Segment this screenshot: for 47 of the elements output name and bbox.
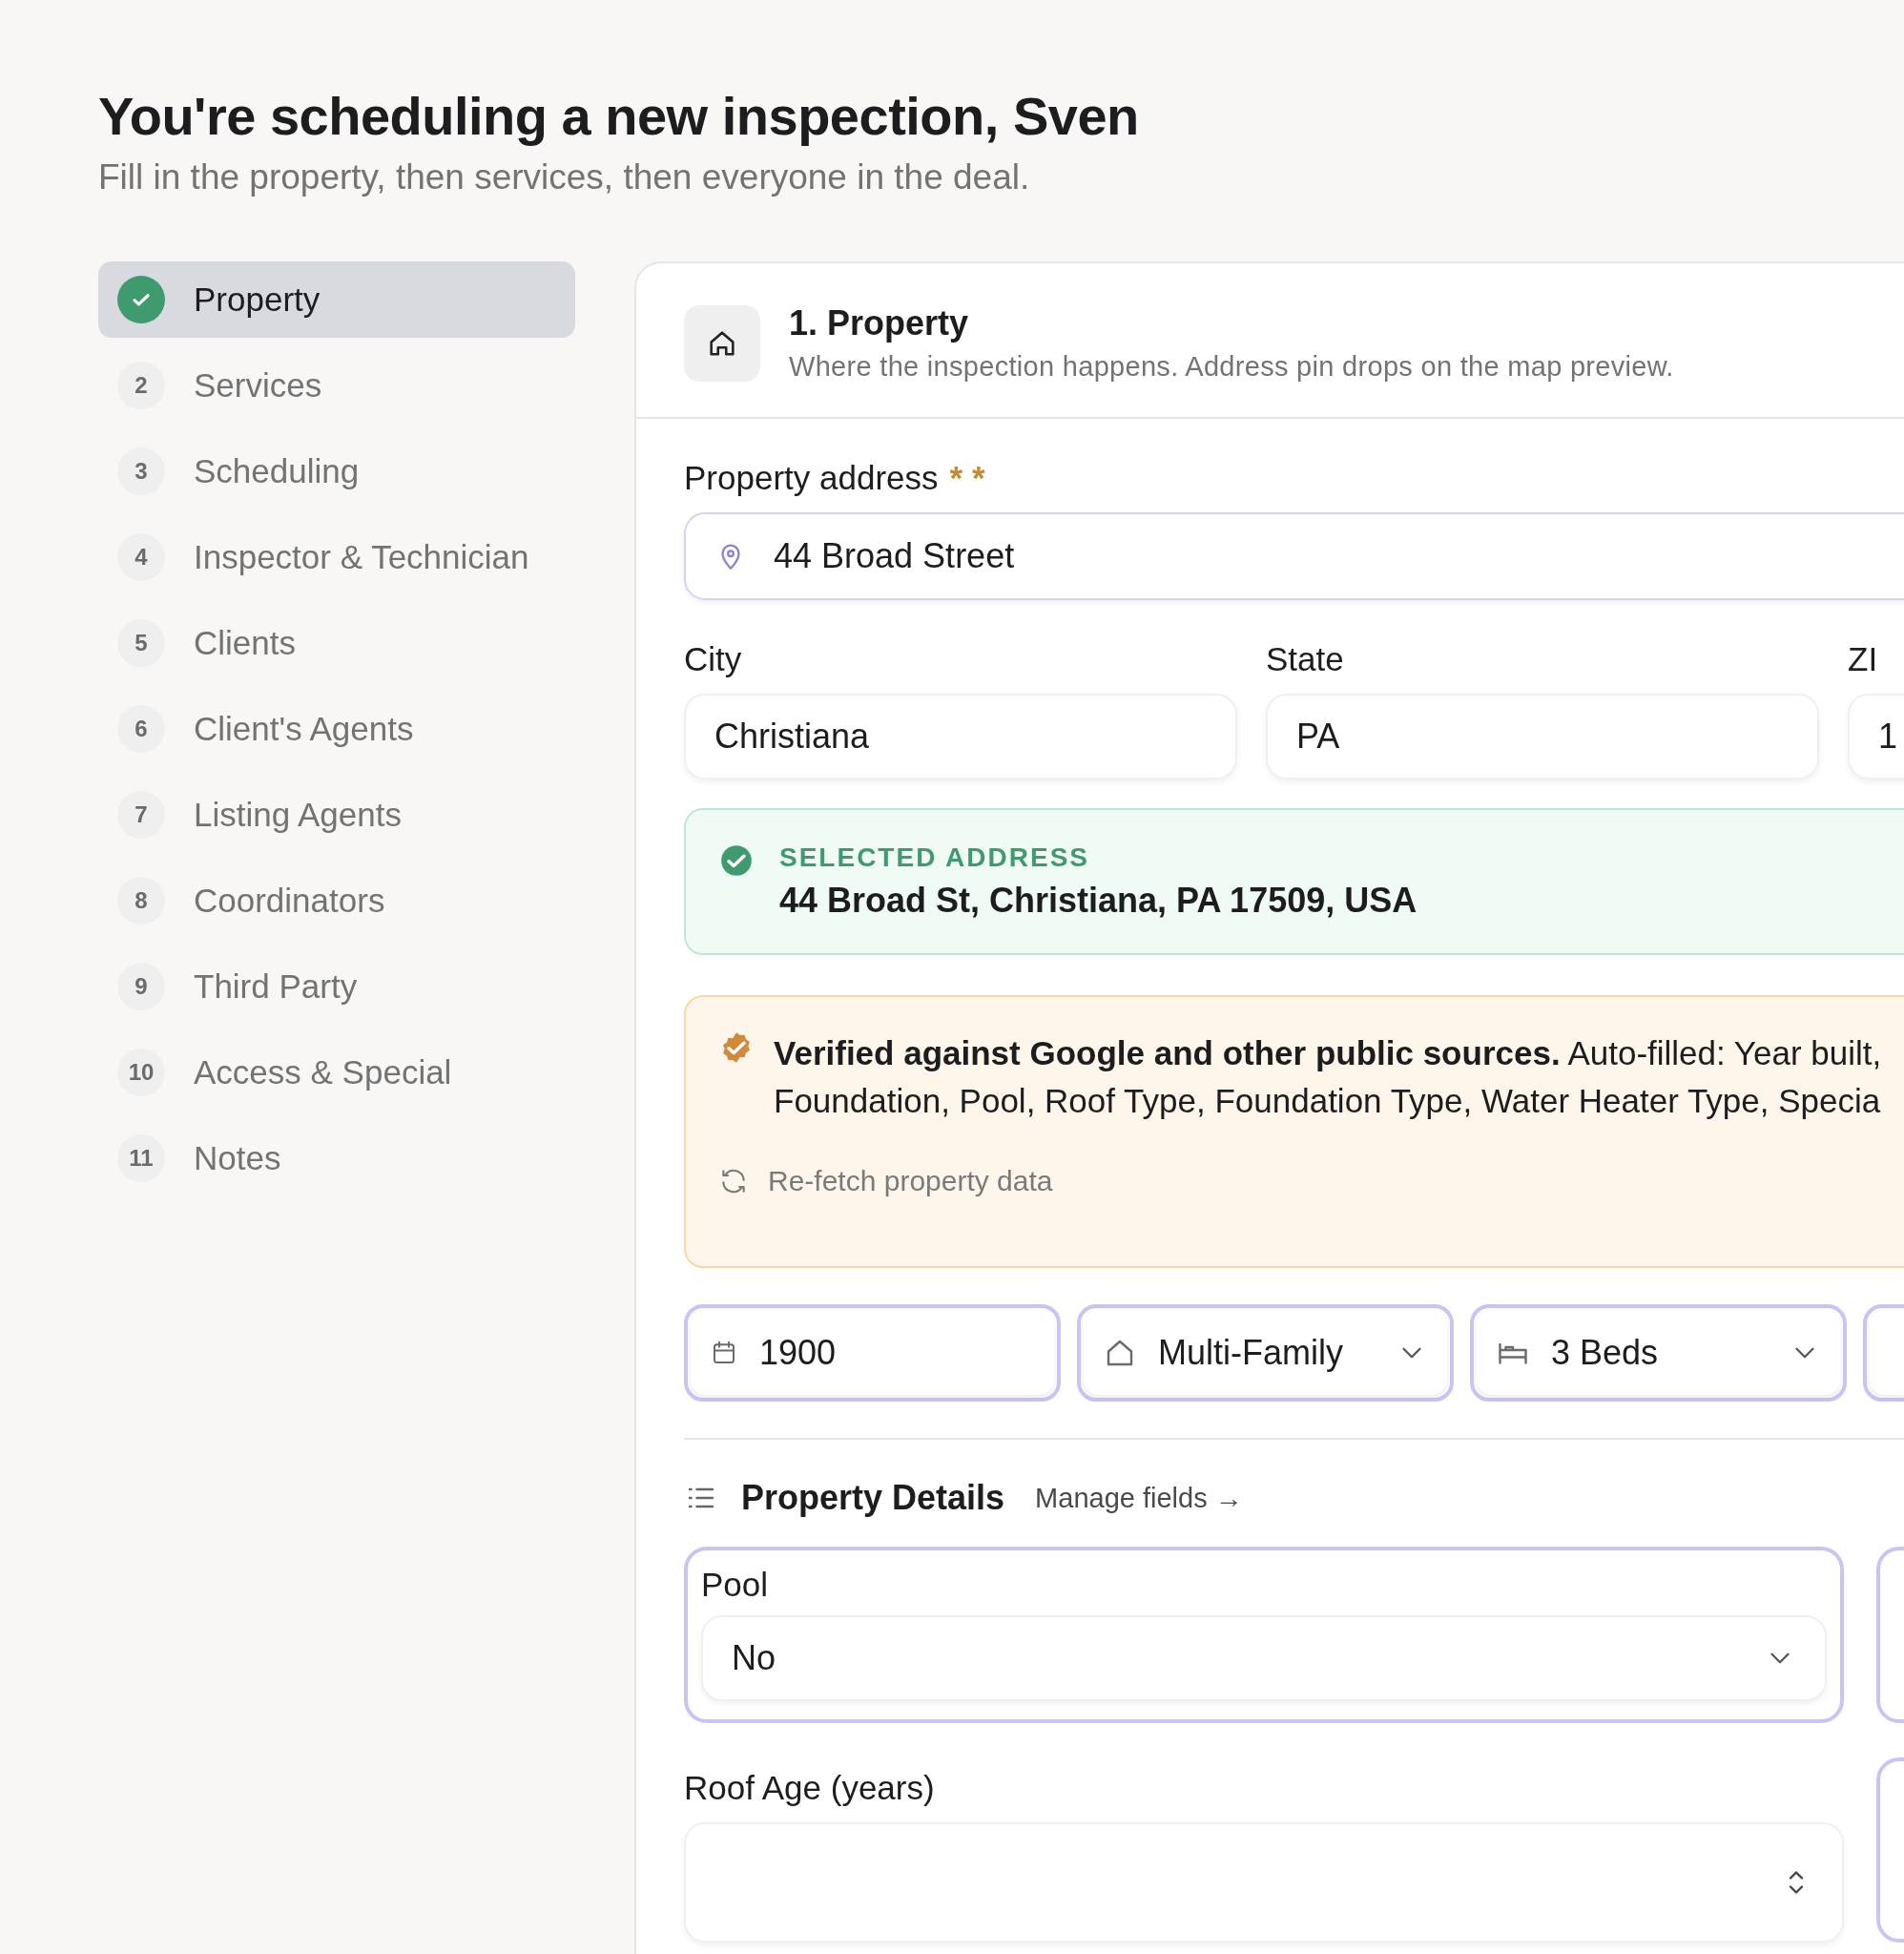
step-item[interactable]: 5 Clients bbox=[98, 605, 575, 681]
step-item[interactable]: 6 Client's Agents bbox=[98, 691, 575, 767]
field-label: Roof Age (years) bbox=[684, 1768, 936, 1808]
field-label: Property address * * bbox=[684, 458, 986, 498]
section-title: 1. Property bbox=[789, 303, 970, 343]
step-item[interactable]: Property bbox=[98, 261, 575, 338]
text-field[interactable]: PA bbox=[1266, 694, 1819, 780]
step-number: 9 bbox=[117, 963, 165, 1010]
text-field[interactable]: Christiana bbox=[684, 694, 1237, 780]
required-mark: * * bbox=[949, 459, 985, 496]
step-number: 3 bbox=[117, 447, 165, 495]
step-item[interactable]: 7 Listing Agents bbox=[98, 777, 575, 853]
address-field[interactable]: 44 Broad Street bbox=[684, 512, 1904, 600]
notice-text: Verified against Google and other public sources. Auto-filled: Year built, bbox=[774, 1033, 1882, 1073]
step-number: 6 bbox=[117, 705, 165, 753]
field-label: ZI bbox=[1848, 639, 1879, 679]
step-item[interactable]: 10 Access & Special bbox=[98, 1034, 575, 1111]
step-number: 5 bbox=[117, 619, 165, 667]
refetch-button[interactable]: Re-fetch property data bbox=[718, 1165, 1053, 1197]
step-item[interactable]: 3 Scheduling bbox=[98, 433, 575, 509]
step-number: 11 bbox=[117, 1134, 165, 1182]
step-item[interactable]: 11 Notes bbox=[98, 1120, 575, 1196]
step-number: 2 bbox=[117, 362, 165, 409]
selected-address-caption: SELECTED ADDRESS bbox=[779, 842, 1090, 873]
selected-address: 44 Broad St, Christiana, PA 17509, USA bbox=[779, 881, 1418, 921]
step-number: 4 bbox=[117, 533, 165, 581]
field-label: Pool bbox=[701, 1565, 770, 1605]
page-subtitle: Fill in the property, then services, then everyone in the deal. bbox=[98, 156, 1031, 198]
step-item[interactable]: 9 Third Party bbox=[98, 948, 575, 1025]
step-number: 7 bbox=[117, 791, 165, 839]
step-item[interactable]: 2 Services bbox=[98, 347, 575, 424]
field-label: City bbox=[684, 639, 743, 679]
text-field[interactable]: 1 bbox=[1848, 694, 1904, 780]
details-title: Property Details bbox=[741, 1478, 1005, 1518]
page-title: You're scheduling a new inspection, Sven bbox=[98, 85, 1140, 148]
notice-text: Foundation, Pool, Roof Type, Foundation Type, Water Heater Type, Specia bbox=[774, 1081, 1882, 1121]
step-number: 10 bbox=[117, 1049, 165, 1096]
field-label: State bbox=[1266, 639, 1345, 679]
section-description: Where the inspection happens. Address pin drops on the map preview. bbox=[789, 351, 1674, 383]
manage-fields-link[interactable]: Manage fields → bbox=[1035, 1482, 1243, 1514]
step-item[interactable]: 8 Coordinators bbox=[98, 863, 575, 939]
property-field[interactable]: 3 Beds bbox=[1470, 1304, 1847, 1402]
property-field[interactable]: Multi-Family bbox=[1077, 1304, 1454, 1402]
select-field[interactable]: No bbox=[701, 1615, 1827, 1701]
step-item[interactable]: 4 Inspector & Technician bbox=[98, 519, 575, 595]
step-number: 8 bbox=[117, 877, 165, 925]
property-field[interactable]: 1900 bbox=[684, 1304, 1061, 1402]
